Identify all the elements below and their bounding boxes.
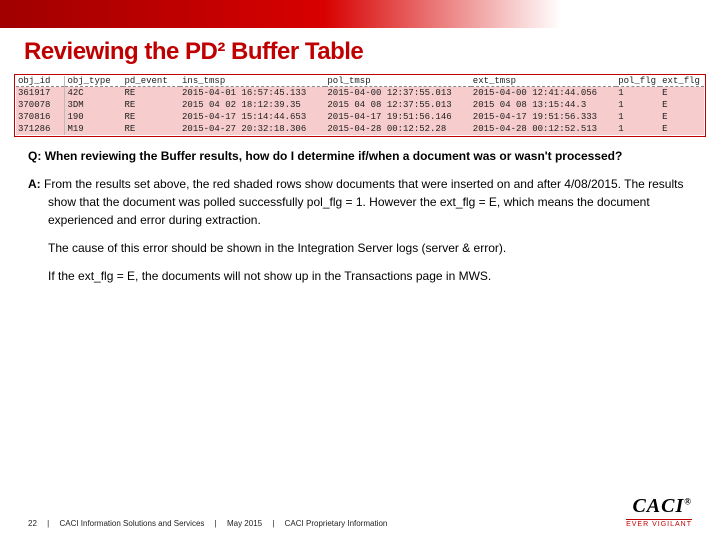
cell-obj-type: 42C <box>65 87 123 100</box>
table-row: 371286 M19 RE 2015-04-27 20:32:18.306 20… <box>16 123 704 135</box>
cell-pd-event: RE <box>123 87 180 100</box>
table-row: 370078 3DM RE 2015 04 02 18:12:39.35 201… <box>16 99 704 111</box>
a-text-3: If the ext_flg = E, the documents will n… <box>48 267 692 285</box>
page-title: Reviewing the PD² Buffer Table <box>24 38 696 66</box>
cell-pol-tmsp: 2015-04-28 00:12:52.28 <box>325 123 470 135</box>
col-obj-type: obj_type <box>65 76 123 87</box>
cell-pol-tmsp: 2015 04 08 12:37:55.013 <box>325 99 470 111</box>
cell-obj-id: 370078 <box>16 99 65 111</box>
logo-tagline: EVER VIGILANT <box>626 519 692 528</box>
cell-ext-flg: E <box>660 123 704 135</box>
footer-date: May 2015 <box>227 519 262 528</box>
footer: 22 | CACI Information Solutions and Serv… <box>28 495 692 528</box>
cell-pol-tmsp: 2015-04-17 19:51:56.146 <box>325 111 470 123</box>
page-number: 22 <box>28 519 37 528</box>
cell-ext-flg: E <box>660 99 704 111</box>
cell-ext-tmsp: 2015-04-28 00:12:52.513 <box>471 123 616 135</box>
col-pol-tmsp: pol_tmsp <box>325 76 470 87</box>
cell-pol-tmsp: 2015-04-00 12:37:55.013 <box>325 87 470 100</box>
cell-ext-flg: E <box>660 111 704 123</box>
cell-pol-flg: 1 <box>616 87 660 100</box>
footer-org: CACI Information Solutions and Services <box>59 519 204 528</box>
cell-obj-type: 3DM <box>65 99 123 111</box>
cell-pol-flg: 1 <box>616 111 660 123</box>
col-ins-tmsp: ins_tmsp <box>180 76 325 87</box>
sep-icon: | <box>272 519 274 528</box>
cell-pd-event: RE <box>123 111 180 123</box>
table-header-row: obj_id obj_type pd_event ins_tmsp pol_tm… <box>16 76 704 87</box>
footer-proprietary: CACI Proprietary Information <box>285 519 388 528</box>
qa-section: Q: When reviewing the Buffer results, ho… <box>28 147 692 285</box>
table-row: 361917 42C RE 2015-04-01 16:57:45.133 20… <box>16 87 704 100</box>
q-text: When reviewing the Buffer results, how d… <box>45 149 623 163</box>
registered-icon: ® <box>684 496 692 506</box>
cell-obj-id: 371286 <box>16 123 65 135</box>
cell-pd-event: RE <box>123 123 180 135</box>
company-logo: CACI® EVER VIGILANT <box>626 495 692 528</box>
cell-ins-tmsp: 2015-04-17 15:14:44.653 <box>180 111 325 123</box>
cell-ext-flg: E <box>660 87 704 100</box>
table-row: 370816 190 RE 2015-04-17 15:14:44.653 20… <box>16 111 704 123</box>
cell-obj-id: 361917 <box>16 87 65 100</box>
a-text-1: From the results set above, the red shad… <box>44 177 683 227</box>
cell-ins-tmsp: 2015 04 02 18:12:39.35 <box>180 99 325 111</box>
logo-brand: CACI® <box>626 495 692 518</box>
sep-icon: | <box>47 519 49 528</box>
cell-ins-tmsp: 2015-04-27 20:32:18.306 <box>180 123 325 135</box>
cell-obj-type: M19 <box>65 123 123 135</box>
col-ext-flg: ext_flg <box>660 76 704 87</box>
cell-pd-event: RE <box>123 99 180 111</box>
cell-obj-type: 190 <box>65 111 123 123</box>
brand-text: CACI <box>632 495 684 517</box>
cell-pol-flg: 1 <box>616 99 660 111</box>
cell-ext-tmsp: 2015 04 08 13:15:44.3 <box>471 99 616 111</box>
col-pd-event: pd_event <box>123 76 180 87</box>
answer: A: From the results set above, the red s… <box>28 175 692 285</box>
buffer-table: obj_id obj_type pd_event ins_tmsp pol_tm… <box>16 76 704 135</box>
cell-ext-tmsp: 2015-04-17 19:51:56.333 <box>471 111 616 123</box>
col-obj-id: obj_id <box>16 76 65 87</box>
question: Q: When reviewing the Buffer results, ho… <box>28 147 692 165</box>
slide: Reviewing the PD² Buffer Table obj_id ob… <box>0 0 720 540</box>
a-text-2: The cause of this error should be shown … <box>48 239 692 257</box>
header-band <box>0 0 720 28</box>
sep-icon: | <box>215 519 217 528</box>
cell-ext-tmsp: 2015-04-00 12:41:44.056 <box>471 87 616 100</box>
buffer-table-wrap: obj_id obj_type pd_event ins_tmsp pol_tm… <box>14 74 706 137</box>
q-label: Q: <box>28 149 41 163</box>
col-ext-tmsp: ext_tmsp <box>471 76 616 87</box>
a-label: A: <box>28 177 41 191</box>
cell-ins-tmsp: 2015-04-01 16:57:45.133 <box>180 87 325 100</box>
footer-meta: 22 | CACI Information Solutions and Serv… <box>28 519 387 528</box>
cell-obj-id: 370816 <box>16 111 65 123</box>
col-pol-flg: pol_flg <box>616 76 660 87</box>
cell-pol-flg: 1 <box>616 123 660 135</box>
